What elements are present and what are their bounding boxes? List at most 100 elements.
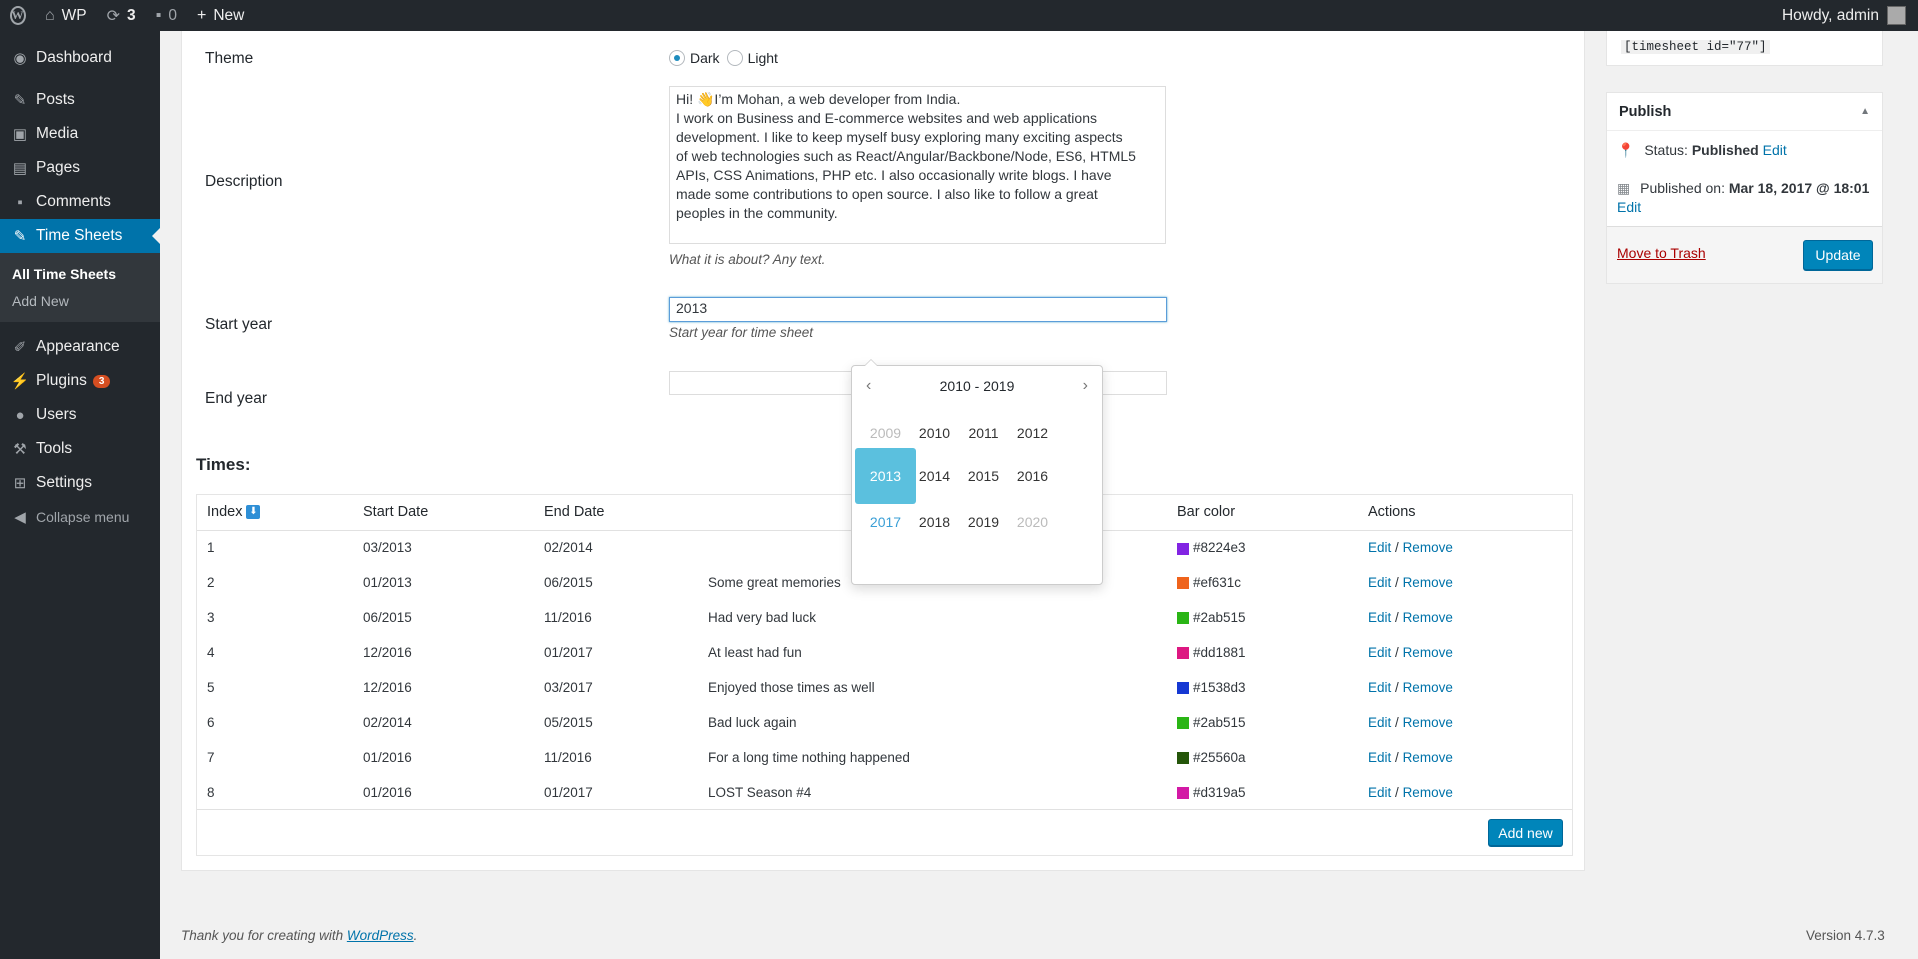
action-separator: /: [1395, 750, 1399, 765]
edit-link[interactable]: Edit: [1368, 680, 1391, 695]
site-name-link[interactable]: ⌂ WP: [35, 0, 97, 31]
edit-link[interactable]: Edit: [1368, 785, 1391, 800]
date-edit-link[interactable]: Edit: [1617, 199, 1641, 215]
sort-arrow-icon[interactable]: ⬇: [246, 505, 261, 520]
color-swatch: [1177, 787, 1189, 800]
color-hex: #8224e3: [1193, 540, 1246, 556]
users-icon: ●: [15, 406, 25, 424]
comment-icon: ▪: [17, 193, 23, 211]
row-text: For a long time nothing happened: [708, 750, 910, 765]
update-button[interactable]: Update: [1803, 240, 1873, 270]
row-bar-color: #dd1881: [1167, 635, 1358, 670]
comments-link[interactable]: ▪ 0: [146, 0, 187, 31]
edit-link[interactable]: Edit: [1368, 715, 1391, 730]
color-swatch: [1177, 682, 1189, 695]
row-actions: Edit / Remove: [1358, 530, 1572, 565]
status-edit-link[interactable]: Edit: [1763, 142, 1787, 158]
wordpress-logo-icon[interactable]: W: [0, 0, 35, 31]
sidebar-item-plugins[interactable]: ⚡ Plugins 3: [0, 364, 160, 398]
new-content-link[interactable]: + New: [187, 0, 254, 31]
sidebar-item-users[interactable]: ● Users: [0, 398, 160, 432]
column-actions: Actions: [1358, 495, 1572, 531]
year-picker-popup: ‹ 2010 - 2019 › 2009 2010 2011 2012 2013 2014…: [851, 359, 1103, 585]
table-row: 5 12/2016 03/2017 Enjoyed those times as we…: [197, 670, 1572, 705]
sidebar-item-time-sheets[interactable]: ✎ Time Sheets: [0, 219, 160, 253]
refresh-icon: ⟳: [106, 7, 121, 25]
row-actions: Edit / Remove: [1358, 670, 1572, 705]
year-cell[interactable]: 2020: [1002, 494, 1063, 550]
timesheet-editor: Theme Dark Light Description Hi! 👋I’m Mo…: [181, 31, 1585, 871]
media-icon: ▣: [12, 126, 28, 143]
sidebar-item-comments[interactable]: ▪ Comments: [0, 185, 160, 219]
publish-date: ▦ Published on: Mar 18, 2017 @ 18:01 Edi…: [1617, 180, 1870, 215]
submenu-add-new[interactable]: Add New: [0, 287, 160, 314]
row-index: 6: [207, 715, 215, 730]
remove-link[interactable]: Remove: [1403, 750, 1453, 765]
remove-link[interactable]: Remove: [1403, 785, 1453, 800]
sidebar-item-media[interactable]: ▣ Media: [0, 117, 160, 151]
remove-link[interactable]: Remove: [1403, 575, 1453, 590]
move-to-trash-link[interactable]: Move to Trash: [1617, 245, 1706, 261]
theme-radio-group: Dark Light: [669, 50, 778, 66]
row-index: 5: [207, 680, 215, 695]
account-menu[interactable]: Howdy, admin: [1782, 6, 1918, 25]
table-row: 4 12/2016 01/2017 At least had fun #dd1881 Ed…: [197, 635, 1572, 670]
edit-link[interactable]: Edit: [1368, 540, 1391, 555]
color-hex: #25560a: [1193, 750, 1246, 765]
theme-light-radio[interactable]: [726, 50, 743, 66]
sidebar-item-appearance[interactable]: ✐ Appearance: [0, 330, 160, 364]
collapse-triangle-icon[interactable]: ▲: [1860, 106, 1870, 117]
action-separator: /: [1395, 680, 1399, 695]
row-index: 7: [207, 750, 215, 765]
sidebar-item-tools[interactable]: ⚒ Tools: [0, 432, 160, 466]
submenu-all-time-sheets[interactable]: All Time Sheets: [0, 260, 160, 287]
next-decade-icon[interactable]: ›: [1083, 377, 1088, 395]
edit-link[interactable]: Edit: [1368, 645, 1391, 660]
theme-dark-label: Dark: [690, 50, 720, 66]
wordpress-link[interactable]: WordPress: [347, 928, 414, 943]
sidebar-item-pages[interactable]: ▤ Pages: [0, 151, 160, 185]
prev-decade-icon[interactable]: ‹: [866, 377, 871, 395]
row-bar-color: #ef631c: [1167, 565, 1358, 600]
column-end-date: End Date: [534, 495, 698, 531]
table-footer: Add new: [197, 809, 1572, 855]
sidebar-item-dashboard[interactable]: ◉ Dashboard: [0, 41, 160, 75]
column-start-date: Start Date: [353, 495, 534, 531]
calendar-icon: ▦: [1617, 180, 1631, 196]
edit-link[interactable]: Edit: [1368, 610, 1391, 625]
edit-link[interactable]: Edit: [1368, 575, 1391, 590]
remove-link[interactable]: Remove: [1403, 645, 1453, 660]
start-year-input[interactable]: 2013: [669, 297, 1167, 322]
pin-icon: ✎: [13, 228, 27, 245]
remove-link[interactable]: Remove: [1403, 610, 1453, 625]
collapse-menu-button[interactable]: ◀ Collapse menu: [0, 500, 160, 534]
column-index[interactable]: Index ⬇: [197, 495, 353, 531]
remove-link[interactable]: Remove: [1403, 680, 1453, 695]
theme-dark-radio[interactable]: [669, 50, 685, 66]
sidebar-item-settings[interactable]: ⊞ Settings: [0, 466, 160, 500]
howdy-text: Howdy, admin: [1781, 6, 1879, 24]
publish-status: 📍 Status: Published Edit: [1617, 142, 1787, 158]
avatar: [1887, 6, 1906, 25]
admin-sidebar: ◉ Dashboard ✎ Posts ▣ Media ▤ Pages ▪ Co…: [0, 31, 160, 959]
color-hex: #2ab515: [1193, 610, 1246, 625]
edit-link[interactable]: Edit: [1368, 750, 1391, 765]
decade-range-label[interactable]: 2010 - 2019: [940, 378, 1015, 394]
action-separator: /: [1395, 715, 1399, 730]
updates-link[interactable]: ⟳ 3: [97, 0, 146, 31]
comment-bubble-icon: ▪: [155, 6, 162, 24]
remove-link[interactable]: Remove: [1403, 715, 1453, 730]
description-line: APIs, CSS Animations, PHP etc. I also oc…: [676, 167, 1112, 183]
publish-box: Publish ▲ 📍 Status: Published Edit ▦ Pub…: [1606, 92, 1883, 284]
times-heading: Times:: [196, 455, 251, 474]
remove-link[interactable]: Remove: [1403, 540, 1453, 555]
table-row: 3 06/2015 11/2016 Had very bad luck #2ab515 E…: [197, 600, 1572, 635]
theme-light-label: Light: [747, 50, 778, 66]
add-new-button[interactable]: Add new: [1488, 819, 1563, 846]
wrench-icon: ⚒: [13, 441, 27, 458]
row-start-date: 01/2016: [363, 750, 412, 765]
publish-header[interactable]: Publish ▲: [1607, 93, 1882, 131]
footer-thanks: Thank you for creating with WordPress.: [181, 928, 418, 943]
description-textarea[interactable]: Hi! 👋I’m Mohan, a web developer from Ind…: [669, 86, 1166, 244]
sidebar-item-posts[interactable]: ✎ Posts: [0, 83, 160, 117]
